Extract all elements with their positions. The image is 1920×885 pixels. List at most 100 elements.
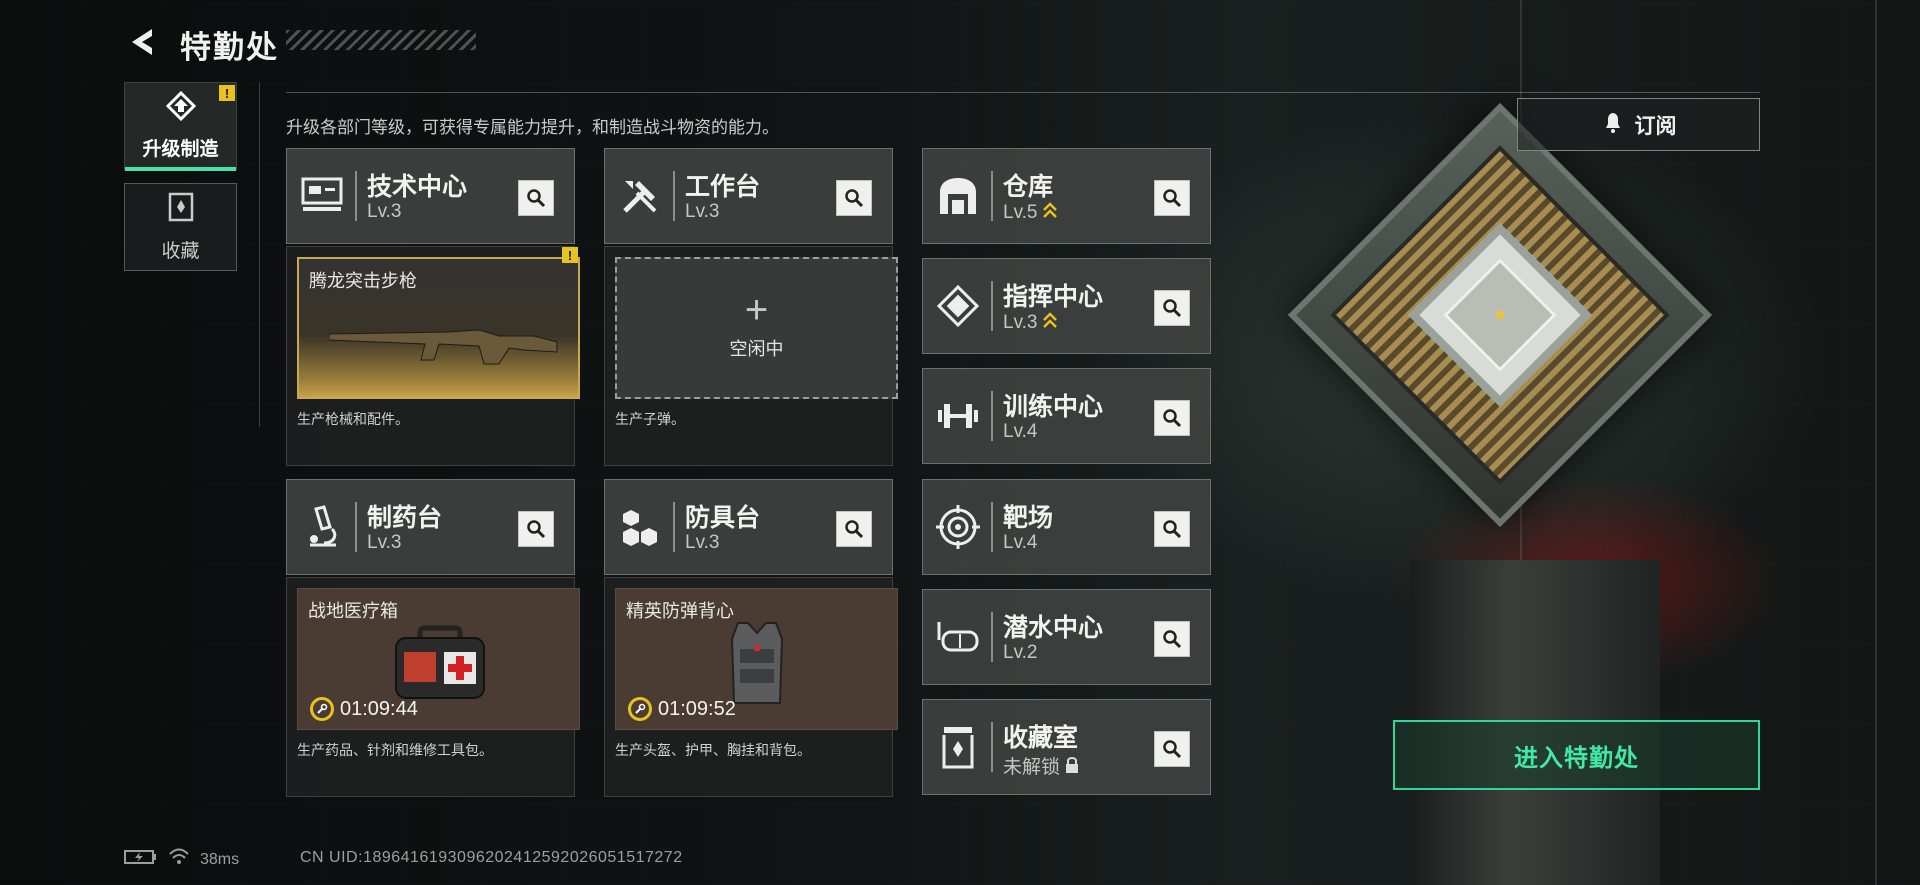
rifle-icon [328,314,559,374]
dept-level: 未解锁 [1003,757,1061,778]
search-icon[interactable] [1154,621,1190,657]
title-decoration [286,30,476,50]
trophy-case-icon [933,722,983,772]
command-icon [933,281,983,331]
dept-level-row: Lv.5 [1003,201,1058,225]
production-desc: 生产头盔、护甲、胸挂和背包。 [615,742,811,758]
tab-upgrade-craft[interactable]: 升级制造 ! [124,82,237,171]
warehouse-icon [933,171,983,221]
item-name: 战地医疗箱 [308,601,398,621]
dept-level: Lv.3 [367,532,402,553]
dept-level-row: Lv.3 [1003,311,1058,335]
status-bar: 38ms [124,848,239,871]
production-desc: 生产药品、针剂和维修工具包。 [297,742,493,758]
dept-name: 防具台 [685,504,761,532]
page-title: 特勤处 [180,30,279,65]
timer-value: 01:09:52 [658,697,736,720]
subscribe-label: 订阅 [1634,114,1677,138]
dept-name: 制药台 [367,504,443,532]
craft-timer: 01:09:52 [628,697,736,721]
dept-name: 潜水中心 [1003,614,1104,642]
production-slot-idle[interactable]: + 空闲中 [615,257,898,399]
dept-level: Lv.3 [685,201,720,222]
dept-level: Lv.3 [1003,312,1038,334]
craft-timer: 01:09:44 [310,697,418,721]
search-icon[interactable] [518,511,554,547]
side-divider [259,82,260,427]
dept-level: Lv.4 [1003,532,1038,553]
dept-name: 训练中心 [1003,393,1104,421]
dept-name: 工作台 [685,173,761,201]
dept-level: Lv.2 [1003,642,1038,663]
dept-card-command[interactable]: 指挥中心 Lv.3 [922,258,1211,354]
search-icon[interactable] [836,511,872,547]
production-slot-medkit[interactable]: 战地医疗箱 01:09:44 [297,588,580,730]
upgrade-icon [164,90,198,126]
dept-name: 技术中心 [367,173,468,201]
enter-special-ops-button[interactable]: 进入特勤处 [1393,720,1760,790]
dept-level-row: 未解锁 [1003,752,1080,780]
battery-icon [124,849,158,870]
dept-level: Lv.3 [685,532,720,553]
search-icon[interactable] [1154,400,1190,436]
search-icon[interactable] [1154,511,1190,547]
dept-level: Lv.5 [1003,202,1038,224]
background-rail [1875,0,1877,885]
item-name: 腾龙突击步枪 [309,271,417,291]
back-arrow-icon[interactable] [126,26,160,58]
production-panel-tech: 腾龙突击步枪 ! 生产枪械和配件。 [286,246,580,466]
wrench-clock-icon [310,697,334,721]
dept-card-workbench[interactable]: 工作台 Lv.3 [604,148,893,244]
production-panel-workbench: + 空闲中 生产子弹。 [604,246,898,466]
vest-icon [730,619,784,712]
diving-mask-icon [933,612,983,662]
dept-level: Lv.4 [1003,421,1038,442]
dept-card-warehouse[interactable]: 仓库 Lv.5 [922,148,1211,244]
alert-badge: ! [562,247,578,263]
production-slot-rifle[interactable]: 腾龙突击步枪 ! [297,247,580,399]
dept-card-training[interactable]: 训练中心 Lv.4 [922,368,1211,464]
idle-label: 空闲中 [729,339,784,359]
item-name: 精英防弹背心 [626,601,734,621]
dept-level: Lv.3 [367,201,402,222]
cubes-icon [615,502,665,552]
page-description: 升级各部门等级，可获得专属能力提升，和制造战斗物资的能力。 [286,118,779,137]
search-icon[interactable] [1154,731,1190,767]
production-slot-vest[interactable]: 精英防弹背心 01:09:52 [615,588,898,730]
dept-card-pharmacy[interactable]: 制药台 Lv.3 [286,479,575,575]
dept-card-range[interactable]: 靶场 Lv.4 [922,479,1211,575]
subscribe-button[interactable]: 订阅 [1517,98,1760,151]
ping-value: 38ms [200,850,240,868]
wrench-clock-icon [628,697,652,721]
dept-card-diving[interactable]: 潜水中心 Lv.2 [922,589,1211,685]
dept-name: 收藏室 [1003,724,1079,752]
header-divider [286,92,1760,93]
production-panel-pharmacy: 战地医疗箱 01:09:44 生产药品、针剂和维修工具包。 [286,577,580,797]
tab-label: 升级制造 [142,139,219,160]
dept-name: 仓库 [1003,173,1054,201]
tab-collection[interactable]: 收藏 [124,183,237,271]
search-icon[interactable] [1154,290,1190,326]
dept-card-collection[interactable]: 收藏室 未解锁 [922,699,1211,795]
tools-icon [615,171,665,221]
upgrade-available-icon [1042,201,1058,225]
upgrade-available-icon [1042,311,1058,335]
user-uid: CN UID:189641619309620241259202605151727… [300,849,683,866]
special-ops-cube-model [1275,90,1725,540]
collection-icon [167,191,195,228]
dumbbell-icon [933,391,983,441]
wifi-icon [168,848,190,871]
lock-icon [1064,756,1080,780]
search-icon[interactable] [1154,180,1190,216]
target-icon [933,502,983,552]
bell-icon [1601,110,1625,140]
production-desc: 生产子弹。 [615,411,685,427]
plus-icon: + [744,288,769,332]
tab-label: 收藏 [161,241,200,262]
dept-card-armor[interactable]: 防具台 Lv.3 [604,479,893,575]
dept-card-tech[interactable]: 技术中心 Lv.3 [286,148,575,244]
search-icon[interactable] [518,180,554,216]
production-panel-armor: 精英防弹背心 01:09:52 生产头盔、护甲、胸挂和背包。 [604,577,898,797]
alert-badge: ! [219,85,235,101]
search-icon[interactable] [836,180,872,216]
